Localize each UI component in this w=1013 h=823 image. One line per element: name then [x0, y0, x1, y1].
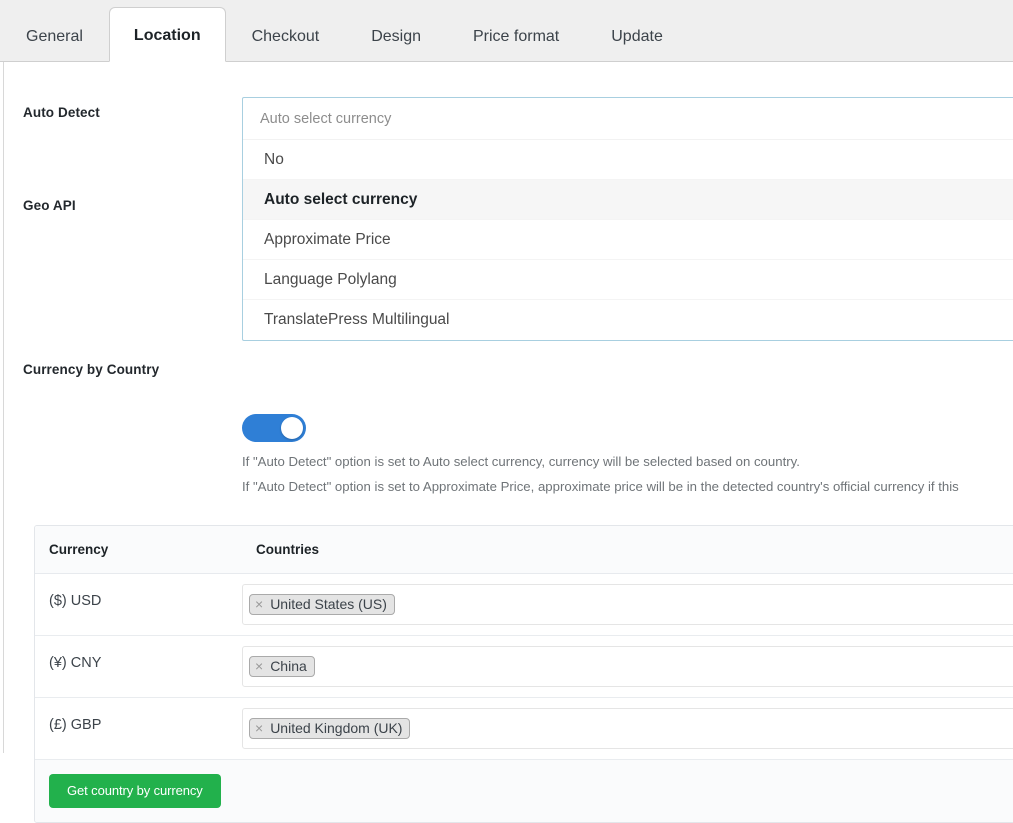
currency-label: (£) GBP [35, 698, 242, 759]
country-chip: × China [249, 656, 315, 677]
chip-remove-icon[interactable]: × [255, 597, 263, 611]
toggle-knob [281, 417, 303, 439]
get-country-by-currency-button[interactable]: Get country by currency [49, 774, 221, 808]
dropdown-option[interactable]: Auto select currency [243, 180, 1013, 220]
hint-line-1: If "Auto Detect" option is set to Auto s… [242, 454, 800, 469]
currency-label: (¥) CNY [35, 636, 242, 697]
auto-detect-dropdown[interactable]: Auto select currency NoAuto select curre… [242, 97, 1013, 341]
country-chip: × United Kingdom (UK) [249, 718, 410, 739]
table-row: (¥) CNY × China [35, 636, 1013, 698]
chip-label: United States (US) [270, 596, 387, 612]
dropdown-option[interactable]: TranslatePress Multilingual [243, 300, 1013, 340]
tab-checkout[interactable]: Checkout [226, 13, 346, 61]
countries-cell: × United States (US) [242, 574, 1013, 636]
dropdown-search-input[interactable]: Auto select currency [260, 111, 391, 127]
country-chip: × United States (US) [249, 594, 395, 615]
tab-list: GeneralLocationCheckoutDesignPrice forma… [0, 0, 689, 61]
tab-bar: GeneralLocationCheckoutDesignPrice forma… [0, 0, 1013, 62]
currency-label: ($) USD [35, 574, 242, 635]
countries-select-input[interactable]: × China [242, 646, 1013, 687]
currency-cell: (¥) CNY [35, 636, 242, 698]
chip-remove-icon[interactable]: × [255, 659, 263, 673]
tab-location[interactable]: Location [109, 7, 226, 62]
auto-detect-label: Auto Detect [23, 105, 100, 120]
tab-update[interactable]: Update [585, 13, 689, 61]
dropdown-option-list: NoAuto select currencyApproximate PriceL… [243, 140, 1013, 340]
settings-panel: Auto Detect Geo API Currency by Country … [3, 62, 1013, 753]
dropdown-option[interactable]: Approximate Price [243, 220, 1013, 260]
currency-by-country-toggle[interactable] [242, 414, 306, 442]
tab-design[interactable]: Design [345, 13, 447, 61]
table-body: ($) USD×United States (US)(¥) CNY×China(… [35, 574, 1013, 760]
currency-cell: (£) GBP [35, 698, 242, 760]
countries-select-input[interactable]: × United Kingdom (UK) [242, 708, 1013, 749]
dropdown-search-field[interactable]: Auto select currency [243, 98, 1013, 140]
table-row: ($) USD × United States (US) [35, 574, 1013, 636]
chip-label: China [270, 658, 307, 674]
currency-cell: ($) USD [35, 574, 242, 636]
hint-line-2: If "Auto Detect" option is set to Approx… [242, 479, 959, 494]
dropdown-option[interactable]: No [243, 140, 1013, 180]
currency-country-table: Currency Countries ($) USD × United States… [34, 525, 1013, 823]
geo-api-label: Geo API [23, 198, 76, 213]
countries-cell: × China [242, 636, 1013, 698]
table-header-row: Currency Countries [35, 526, 1013, 574]
table-header: Currency Countries [35, 526, 1013, 574]
currency-by-country-label: Currency by Country [23, 362, 159, 377]
column-header-currency: Currency [35, 526, 242, 574]
table-footer: Get country by currency [35, 760, 1013, 823]
tab-general[interactable]: General [0, 13, 109, 61]
tab-price-format[interactable]: Price format [447, 13, 585, 61]
countries-select-input[interactable]: × United States (US) [242, 584, 1013, 625]
table-row: (£) GBP × United Kingdom (UK) [35, 698, 1013, 760]
column-header-countries: Countries [242, 526, 1013, 574]
countries-cell: × United Kingdom (UK) [242, 698, 1013, 760]
chip-label: United Kingdom (UK) [270, 720, 402, 736]
dropdown-option[interactable]: Language Polylang [243, 260, 1013, 300]
table-footer-cell: Get country by currency [35, 760, 1013, 823]
chip-remove-icon[interactable]: × [255, 721, 263, 735]
